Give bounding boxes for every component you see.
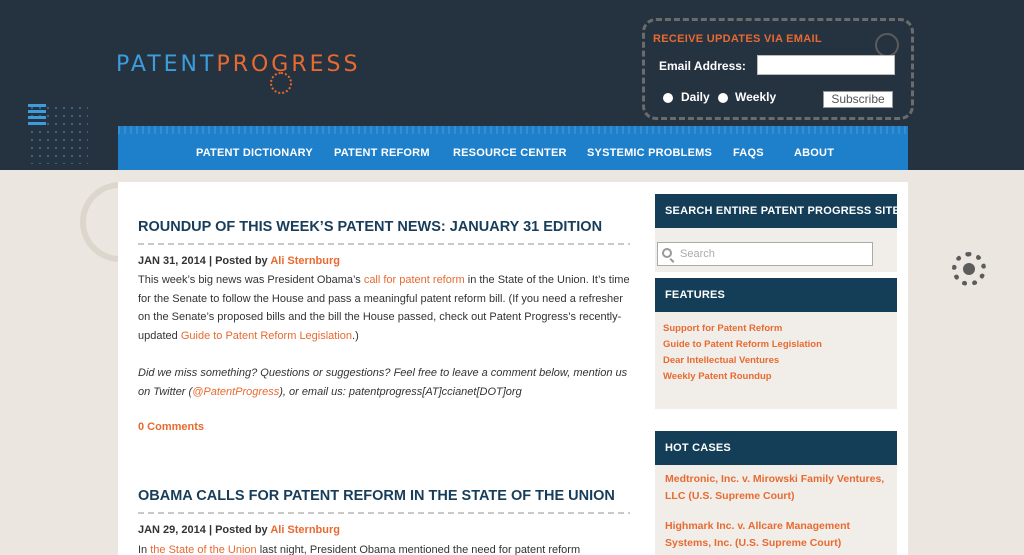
nav-item-systemic-problems[interactable]: SYSTEMIC PROBLEMS (587, 147, 712, 159)
posted-by-label: | Posted by (208, 524, 268, 536)
stripe-decoration (28, 104, 46, 128)
feature-link[interactable]: Weekly Patent Roundup (663, 371, 772, 382)
hot-case-link[interactable]: Highmark Inc. v. Allcare Management Syst… (665, 518, 885, 552)
daily-label: Daily (681, 90, 710, 104)
main-content: ROUNDUP OF THIS WEEK’S PATENT NEWS: JANU… (118, 182, 908, 555)
post-excerpt: This week’s big news was President Obama… (138, 271, 638, 345)
twitter-link[interactable]: @PatentProgress (192, 386, 279, 398)
title-divider (138, 512, 630, 514)
call-for-reform-link[interactable]: call for patent reform (364, 274, 465, 286)
nav-item-about[interactable]: ABOUT (794, 147, 834, 159)
feature-link[interactable]: Guide to Patent Reform Legislation (663, 339, 822, 350)
hot-cases-widget: Medtronic, Inc. v. Mirowski Family Ventu… (655, 465, 897, 555)
weekly-label: Weekly (735, 90, 777, 104)
nav-item-patent-reform[interactable]: PATENT REFORM (334, 147, 430, 159)
weekly-radio[interactable] (718, 93, 728, 103)
guide-link[interactable]: Guide to Patent Reform Legislation (181, 330, 352, 342)
author-link[interactable]: Ali Sternburg (270, 524, 340, 536)
hot-cases-widget-title: HOT CASES (655, 431, 897, 465)
gear-icon (952, 252, 986, 286)
title-divider (138, 243, 630, 245)
search-widget: Search (655, 228, 897, 272)
excerpt-text: This week’s big news was President Obama… (138, 274, 364, 286)
feature-link[interactable]: Dear Intellectual Ventures (663, 355, 779, 366)
email-field[interactable] (757, 55, 895, 75)
post-meta: JAN 29, 2014 | Posted by Ali Sternburg (138, 524, 340, 536)
post-meta: JAN 31, 2014 | Posted by Ali Sternburg (138, 255, 340, 267)
subscribe-title: RECEIVE UPDATES VIA EMAIL (653, 33, 822, 45)
state-of-union-link[interactable]: the State of the Union (150, 544, 256, 555)
email-subscribe-box: RECEIVE UPDATES VIA EMAIL Email Address:… (642, 18, 914, 120)
email-label: Email Address: (659, 59, 746, 73)
post-date: JAN 29, 2014 (138, 524, 206, 536)
ruler-decoration (118, 126, 908, 134)
logo-text-patent: PATENT (116, 52, 217, 77)
features-widget-title: FEATURES (655, 278, 897, 312)
post-title-link[interactable]: OBAMA CALLS FOR PATENT REFORM IN THE STA… (138, 488, 615, 504)
search-placeholder: Search (680, 248, 715, 260)
comments-link[interactable]: 0 Comments (138, 421, 204, 433)
main-nav: PATENT DICTIONARY PATENT REFORM RESOURCE… (118, 126, 908, 170)
site-logo[interactable]: PATENTPROGRESS (116, 52, 360, 77)
excerpt-text: last night, President Obama mentioned th… (256, 544, 581, 555)
logo-gear-icon (270, 72, 292, 94)
post-title-link[interactable]: ROUNDUP OF THIS WEEK’S PATENT NEWS: JANU… (138, 219, 602, 235)
post-date: JAN 31, 2014 (138, 255, 206, 267)
post-excerpt: In the State of the Union last night, Pr… (138, 541, 638, 555)
features-widget: Support for Patent Reform Guide to Paten… (655, 312, 897, 409)
nav-item-faqs[interactable]: FAQS (733, 147, 764, 159)
search-widget-title: SEARCH ENTIRE PATENT PROGRESS SITE (655, 194, 900, 228)
daily-radio[interactable] (663, 93, 673, 103)
site-header: PATENTPROGRESS RECEIVE UPDATES VIA EMAIL… (0, 0, 1024, 170)
feedback-text: ), or email us: patentprogress[AT]cciane… (279, 385, 522, 398)
hot-case-link[interactable]: Medtronic, Inc. v. Mirowski Family Ventu… (665, 471, 885, 505)
nav-item-patent-dictionary[interactable]: PATENT DICTIONARY (196, 147, 313, 159)
posted-by-label: | Posted by (208, 255, 268, 267)
search-input[interactable]: Search (657, 242, 873, 266)
author-link[interactable]: Ali Sternburg (270, 255, 340, 267)
excerpt-text: .) (352, 329, 359, 342)
post-feedback-text: Did we miss something? Questions or sugg… (138, 364, 638, 401)
logo-text-progress: PROGRESS (216, 52, 361, 77)
subscribe-button[interactable]: Subscribe (823, 91, 893, 108)
excerpt-text: In (138, 544, 151, 555)
compass-icon (875, 33, 899, 57)
search-icon (662, 248, 672, 258)
nav-item-resource-center[interactable]: RESOURCE CENTER (453, 147, 567, 159)
feature-link[interactable]: Support for Patent Reform (663, 323, 782, 334)
